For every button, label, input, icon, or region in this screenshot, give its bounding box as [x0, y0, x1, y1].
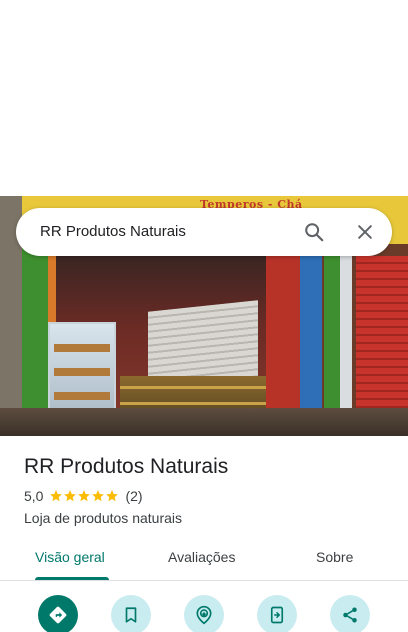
bookmark-icon	[125, 607, 137, 623]
tab-reviews[interactable]: Avaliações	[168, 549, 235, 565]
star-icon	[50, 490, 63, 502]
directions-button[interactable]	[38, 595, 78, 632]
rating-stars	[49, 489, 119, 503]
star-icon	[92, 490, 105, 502]
star-icon	[106, 490, 119, 502]
action-bar	[0, 595, 408, 632]
share-icon	[343, 607, 357, 623]
review-count[interactable]: (2)	[125, 488, 142, 504]
tab-about[interactable]: Sobre	[316, 549, 353, 565]
search-query[interactable]: RR Produtos Naturais	[40, 223, 186, 240]
star-icon	[64, 490, 77, 502]
nearby-icon	[196, 605, 212, 625]
rating-value: 5,0	[24, 488, 44, 504]
send-to-phone-icon	[270, 606, 284, 624]
nearby-button[interactable]	[184, 595, 224, 632]
place-title: RR Produtos Naturais	[24, 455, 229, 478]
close-icon[interactable]	[349, 216, 381, 248]
tab-bar: Visão geral Avaliações Sobre	[0, 538, 408, 581]
send-to-phone-button[interactable]	[257, 595, 297, 632]
rating-row[interactable]: 5,0 (2)	[24, 488, 143, 504]
save-button[interactable]	[111, 595, 151, 632]
directions-icon	[49, 606, 67, 624]
share-button[interactable]	[330, 595, 370, 632]
tab-overview[interactable]: Visão geral	[35, 549, 105, 565]
active-tab-indicator	[35, 577, 109, 580]
star-icon	[78, 490, 91, 502]
search-bar[interactable]: RR Produtos Naturais	[16, 208, 392, 256]
place-panel: Temperos - Chá RR Produtos Naturais RR P…	[0, 0, 408, 632]
search-icon[interactable]	[298, 216, 330, 248]
place-category[interactable]: Loja de produtos naturais	[24, 510, 182, 526]
